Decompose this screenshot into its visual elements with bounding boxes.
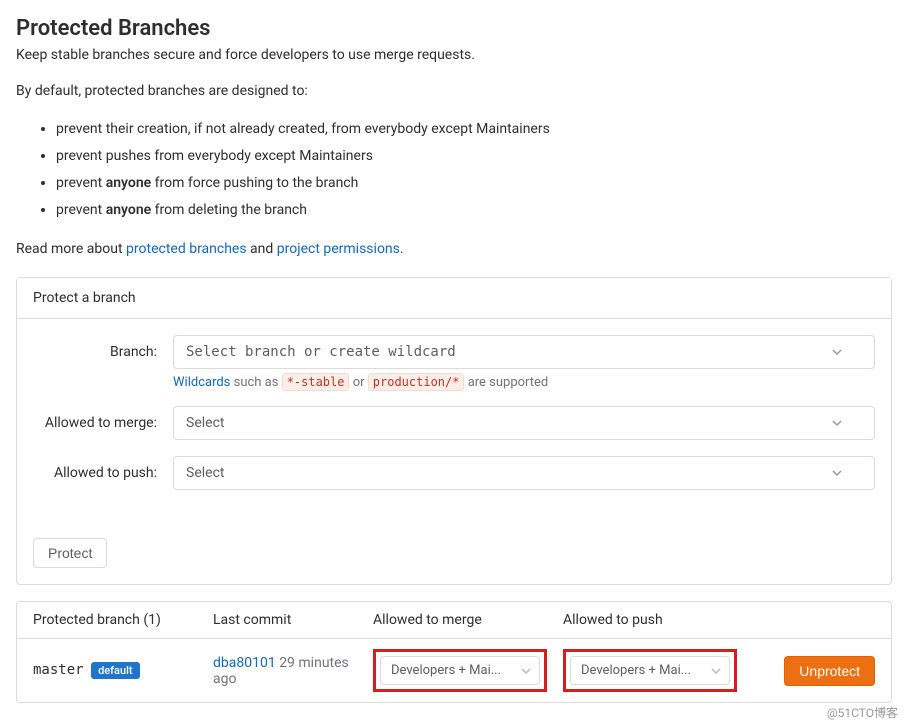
list-item: prevent anyone from force pushing to the… bbox=[56, 173, 892, 194]
design-list: prevent their creation, if not already c… bbox=[56, 119, 892, 221]
panel-title: Protect a branch bbox=[17, 278, 891, 319]
commit-hash-link[interactable]: dba80101 bbox=[213, 655, 276, 671]
col-header-merge: Allowed to merge bbox=[373, 612, 563, 628]
text-fragment: and bbox=[247, 241, 277, 257]
branch-label: Branch: bbox=[33, 335, 173, 363]
text-fragment: from deleting the branch bbox=[151, 202, 307, 218]
highlight-annotation: Developers + Mai... bbox=[373, 649, 547, 692]
design-intro: By default, protected branches are desig… bbox=[16, 83, 892, 99]
col-header-branch: Protected branch (1) bbox=[33, 612, 213, 628]
chevron-down-icon bbox=[832, 468, 842, 478]
row-push-select[interactable]: Developers + Mai... bbox=[570, 656, 730, 685]
read-more-text: Read more about protected branches and p… bbox=[16, 241, 892, 257]
chevron-down-icon bbox=[832, 418, 842, 428]
code-example: *-stable bbox=[282, 373, 350, 391]
default-badge: default bbox=[91, 662, 140, 679]
page-subtitle: Keep stable branches secure and force de… bbox=[16, 47, 892, 63]
code-example: production/* bbox=[368, 373, 465, 391]
col-header-commit: Last commit bbox=[213, 612, 373, 628]
unprotect-button[interactable]: Unprotect bbox=[784, 656, 875, 686]
text-fragment: prevent bbox=[56, 175, 106, 191]
select-value: Developers + Mai... bbox=[581, 663, 691, 678]
allowed-push-select[interactable]: Select bbox=[173, 456, 875, 490]
page-title: Protected Branches bbox=[16, 16, 892, 41]
list-item: prevent pushes from everybody except Mai… bbox=[56, 146, 892, 167]
allowed-push-label: Allowed to push: bbox=[33, 456, 173, 484]
text-fragment: such as bbox=[230, 375, 281, 390]
project-permissions-link[interactable]: project permissions bbox=[277, 241, 400, 257]
text-fragment: or bbox=[349, 375, 367, 390]
branch-name: master bbox=[33, 662, 84, 678]
chevron-down-icon bbox=[711, 666, 721, 676]
select-placeholder: Select bbox=[186, 415, 224, 431]
text-fragment: from force pushing to the branch bbox=[151, 175, 358, 191]
highlight-annotation: Developers + Mai... bbox=[563, 649, 737, 692]
list-item: prevent anyone from deleting the branch bbox=[56, 200, 892, 221]
select-placeholder: Select bbox=[186, 465, 224, 481]
chevron-down-icon bbox=[521, 666, 531, 676]
allowed-merge-label: Allowed to merge: bbox=[33, 406, 173, 434]
protected-branches-link[interactable]: protected branches bbox=[126, 241, 247, 257]
wildcard-hint: Wildcards such as *-stable or production… bbox=[173, 375, 875, 390]
allowed-merge-select[interactable]: Select bbox=[173, 406, 875, 440]
chevron-down-icon bbox=[832, 347, 842, 357]
text-fragment: . bbox=[400, 241, 404, 257]
text-strong: anyone bbox=[106, 202, 151, 218]
table-row: master default dba80101 29 minutes ago D… bbox=[17, 639, 891, 702]
row-merge-select[interactable]: Developers + Mai... bbox=[380, 656, 540, 685]
col-header-push: Allowed to push bbox=[563, 612, 753, 628]
branch-select[interactable]: Select branch or create wildcard bbox=[173, 335, 875, 369]
wildcards-link[interactable]: Wildcards bbox=[173, 375, 230, 390]
list-item: prevent their creation, if not already c… bbox=[56, 119, 892, 140]
protect-button[interactable]: Protect bbox=[33, 538, 107, 568]
select-value: Developers + Mai... bbox=[391, 663, 501, 678]
text-fragment: are supported bbox=[464, 375, 548, 390]
watermark: @51CTO博客 bbox=[827, 704, 898, 721]
text-strong: anyone bbox=[106, 175, 151, 191]
text-fragment: Read more about bbox=[16, 241, 126, 257]
table-header: Protected branch (1) Last commit Allowed… bbox=[17, 602, 891, 639]
text-fragment: prevent bbox=[56, 202, 106, 218]
branch-select-placeholder: Select branch or create wildcard bbox=[186, 344, 456, 360]
protect-branch-panel: Protect a branch Branch: Select branch o… bbox=[16, 277, 892, 585]
protected-branches-table: Protected branch (1) Last commit Allowed… bbox=[16, 601, 892, 703]
